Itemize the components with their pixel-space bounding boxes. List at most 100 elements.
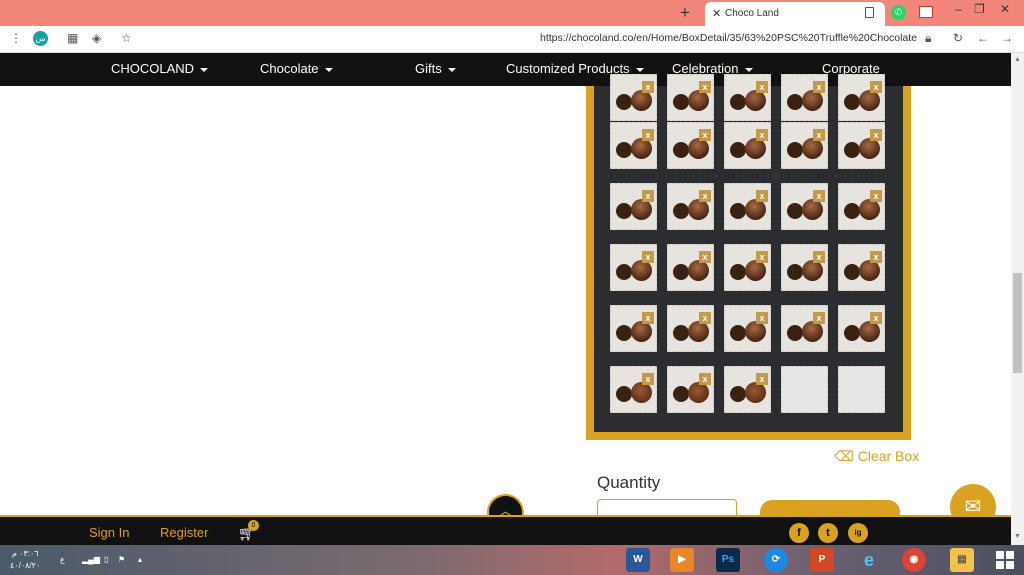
new-tab-button[interactable]: + (680, 3, 690, 23)
remove-chocolate-button[interactable]: x (642, 81, 654, 93)
chocolate-slot[interactable]: x (724, 366, 771, 413)
chrome-app-icon[interactable]: ◉ (902, 548, 926, 572)
restore-button[interactable]: ❐ (974, 2, 985, 16)
forward-icon[interactable]: → (1001, 31, 1013, 45)
chocolate-slot[interactable]: x (724, 74, 771, 121)
page-scrollbar[interactable]: ▲ ▼ (1011, 53, 1024, 545)
remove-chocolate-button[interactable]: x (813, 129, 825, 141)
remove-chocolate-button[interactable]: x (699, 129, 711, 141)
chocolate-slot[interactable]: x (781, 244, 828, 291)
twitter-icon[interactable]: t (818, 523, 838, 543)
flag-icon[interactable]: ⚑ (118, 555, 125, 564)
empty-slot[interactable] (838, 366, 885, 413)
browser-tab[interactable]: ✕ Choco Land (705, 2, 885, 26)
remove-chocolate-button[interactable]: x (756, 190, 768, 202)
remove-chocolate-button[interactable]: x (756, 81, 768, 93)
nav-chocoland[interactable]: CHOCOLAND (111, 61, 209, 76)
remove-chocolate-button[interactable]: x (699, 251, 711, 263)
chocolate-slot[interactable]: x (667, 122, 714, 169)
chocolate-slot[interactable]: x (667, 74, 714, 121)
chocolate-slot[interactable]: x (838, 305, 885, 352)
back-icon[interactable]: ← (977, 31, 989, 45)
language-indicator[interactable]: ع (60, 555, 65, 564)
tray-expand-icon[interactable]: ▴ (138, 555, 142, 564)
remove-chocolate-button[interactable]: x (813, 190, 825, 202)
chocolate-slot[interactable]: x (610, 305, 657, 352)
minimize-button[interactable]: – (955, 2, 962, 16)
whatsapp-icon[interactable]: ✆ (891, 5, 906, 20)
chocolate-slot[interactable]: x (667, 183, 714, 230)
chocolate-slot[interactable]: x (724, 244, 771, 291)
nav-gifts[interactable]: Gifts (415, 61, 456, 76)
remove-chocolate-button[interactable]: x (870, 251, 882, 263)
remove-chocolate-button[interactable]: x (699, 312, 711, 324)
store-icon[interactable]: ▦ (67, 31, 78, 45)
address-bar[interactable]: https://chocoland.co/en/Home/BoxDetail/3… (540, 32, 917, 44)
remove-chocolate-button[interactable]: x (642, 129, 654, 141)
chocolate-slot[interactable]: x (781, 74, 828, 121)
close-window-button[interactable]: ✕ (1000, 2, 1010, 16)
remove-chocolate-button[interactable]: x (756, 373, 768, 385)
extension-icon[interactable]: س (33, 31, 48, 46)
chocolate-slot[interactable]: x (610, 244, 657, 291)
remove-chocolate-button[interactable]: x (756, 251, 768, 263)
internet-explorer-icon[interactable]: e (857, 548, 881, 572)
chocolate-slot[interactable]: x (724, 122, 771, 169)
network-icon[interactable]: ▂▄▆ (82, 555, 100, 564)
register-link[interactable]: Register (160, 525, 208, 540)
remove-chocolate-button[interactable]: x (870, 312, 882, 324)
windows-start-icon[interactable] (996, 551, 1014, 569)
globe-icon[interactable]: ◈ (92, 31, 101, 45)
remove-chocolate-button[interactable]: x (870, 190, 882, 202)
media-app-icon[interactable]: ▶ (670, 548, 694, 572)
remove-chocolate-button[interactable]: x (813, 251, 825, 263)
chocolate-slot[interactable]: x (610, 74, 657, 121)
chocolate-slot[interactable]: x (838, 122, 885, 169)
chocolate-slot[interactable]: x (838, 244, 885, 291)
remove-chocolate-button[interactable]: x (870, 81, 882, 93)
remove-chocolate-button[interactable]: x (699, 190, 711, 202)
empty-slot[interactable] (781, 366, 828, 413)
file-explorer-icon[interactable]: ▤ (950, 548, 974, 572)
remove-chocolate-button[interactable]: x (642, 251, 654, 263)
chocolate-slot[interactable]: x (610, 122, 657, 169)
facebook-icon[interactable]: f (789, 523, 809, 543)
remove-chocolate-button[interactable]: x (642, 190, 654, 202)
gmail-icon[interactable] (919, 6, 933, 18)
remove-chocolate-button[interactable]: x (813, 312, 825, 324)
scroll-thumb[interactable] (1013, 273, 1022, 373)
remove-chocolate-button[interactable]: x (699, 81, 711, 93)
remove-chocolate-button[interactable]: x (813, 81, 825, 93)
remove-chocolate-button[interactable]: x (642, 373, 654, 385)
menu-dots-icon[interactable]: ⋮ (10, 31, 22, 45)
powerpoint-app-icon[interactable]: P (810, 548, 834, 572)
clear-box-button[interactable]: ⌫ Clear Box (834, 448, 919, 465)
chocolate-slot[interactable]: x (667, 305, 714, 352)
nav-chocolate[interactable]: Chocolate (260, 61, 333, 76)
chocolate-slot[interactable]: x (838, 74, 885, 121)
scroll-down-icon[interactable]: ▼ (1014, 533, 1021, 540)
remove-chocolate-button[interactable]: x (642, 312, 654, 324)
clock-time[interactable]: ٠٣:٠٦ م (12, 549, 39, 558)
tab-close-icon[interactable]: ✕ (712, 7, 721, 20)
chocolate-slot[interactable]: x (724, 183, 771, 230)
remove-chocolate-button[interactable]: x (870, 129, 882, 141)
chocolate-slot[interactable]: x (667, 244, 714, 291)
battery-icon[interactable]: ▯ (104, 555, 108, 564)
chocolate-slot[interactable]: x (610, 183, 657, 230)
clock-date[interactable]: ٤٠/٠٨/٢٠ (10, 561, 40, 570)
photoshop-app-icon[interactable]: Ps (716, 548, 740, 572)
sign-in-link[interactable]: Sign In (89, 525, 129, 540)
sync-app-icon[interactable]: ⟳ (764, 548, 788, 572)
chocolate-slot[interactable]: x (667, 366, 714, 413)
remove-chocolate-button[interactable]: x (699, 373, 711, 385)
reload-icon[interactable]: ↻ (953, 31, 963, 45)
bookmark-star-icon[interactable]: ☆ (121, 31, 132, 45)
scroll-up-icon[interactable]: ▲ (1014, 56, 1021, 63)
remove-chocolate-button[interactable]: x (756, 129, 768, 141)
chocolate-slot[interactable]: x (724, 305, 771, 352)
chocolate-slot[interactable]: x (781, 183, 828, 230)
chocolate-slot[interactable]: x (781, 305, 828, 352)
word-app-icon[interactable]: W (626, 548, 650, 572)
remove-chocolate-button[interactable]: x (756, 312, 768, 324)
